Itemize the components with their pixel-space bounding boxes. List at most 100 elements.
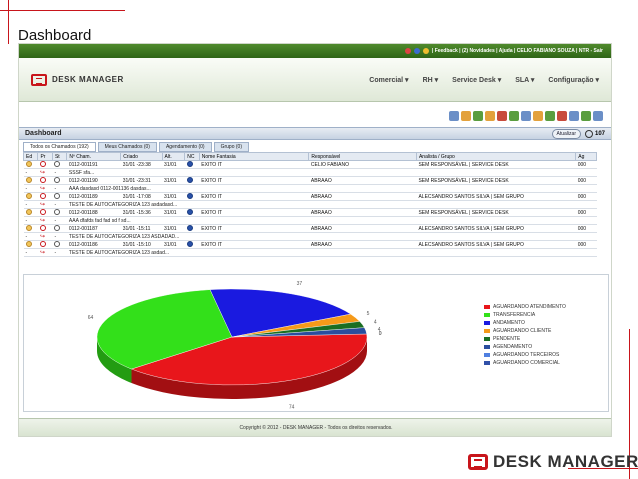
menu-rh[interactable]: RH ▾ (423, 76, 439, 84)
corner-line-top (0, 10, 125, 11)
column-header[interactable]: Ag (575, 152, 597, 161)
table-cell: 31/01 (162, 224, 185, 233)
info-icon[interactable] (186, 193, 193, 200)
tab-agendamento[interactable]: Agendamento (0) (158, 142, 212, 152)
tab-grupo[interactable]: Grupo (0) (213, 142, 249, 152)
flag-icon[interactable] (422, 48, 429, 54)
menu-sla[interactable]: SLA ▾ (515, 76, 534, 84)
list-icon[interactable] (509, 111, 519, 121)
priority-icon (39, 193, 46, 200)
list-icon[interactable] (569, 111, 579, 121)
column-header[interactable]: Ed (22, 152, 39, 161)
table-row[interactable]: 0112-001187 31/01 -15:11 31/01 EXITO IT ABRA… (23, 224, 597, 233)
legend-item[interactable]: AGUARDANDO TERCEIROS (484, 351, 566, 359)
corner-line-left (8, 0, 9, 44)
legend-item[interactable]: TRANSFERENCIA (484, 311, 566, 319)
home-icon[interactable] (449, 111, 459, 121)
info-icon[interactable] (186, 177, 193, 184)
table-cell (52, 208, 67, 217)
grid-icon[interactable] (521, 111, 531, 121)
ticket-description: SSSF sfa... (66, 168, 597, 177)
legend-item[interactable]: AGENDAMENTO (484, 343, 566, 351)
info-icon[interactable] (186, 209, 193, 216)
edit-icon[interactable] (25, 225, 32, 232)
table-cell: 0112-001191 (66, 160, 121, 169)
table-cell: ↪ (37, 184, 53, 193)
table-row-description[interactable]: - ↪ - SSSF sfa... (23, 168, 597, 177)
table-row-description[interactable]: - ↪ - TESTE DE AUTOCATEGORIZA 123 ASDADAD..… (23, 232, 597, 241)
table-cell: ABRAAO (308, 176, 417, 185)
edit-icon[interactable] (25, 161, 32, 168)
ticket-description: TESTE DE AUTOCATEGORIZA 123 asdadasd... (66, 200, 597, 209)
column-header[interactable]: Nº Cham. (66, 152, 122, 161)
column-header[interactable]: NC (184, 152, 200, 161)
table-row[interactable]: 0112-001188 31/01 -15:36 31/01 EXITO IT ABRA… (23, 208, 597, 217)
users-icon[interactable] (557, 111, 567, 121)
grid-icon[interactable] (593, 111, 603, 121)
legend-label: AGENDAMENTO (493, 344, 533, 350)
table-cell: 31/01 (162, 160, 185, 169)
legend-item[interactable]: AGUARDANDO CLIENTE (484, 327, 566, 335)
edit-icon[interactable] (25, 241, 32, 248)
info-icon[interactable] (186, 241, 193, 248)
column-header[interactable]: Pr (37, 152, 53, 161)
chart-icon[interactable] (545, 111, 555, 121)
edit-icon[interactable] (25, 193, 32, 200)
table-row[interactable]: 0112-001189 31/01 -17:08 31/01 EXITO IT ABRA… (23, 192, 597, 201)
table-row[interactable]: 0112-001190 31/01 -23:31 31/01 EXITO IT ABRA… (23, 176, 597, 185)
priority-icon (39, 225, 46, 232)
legend-swatch (484, 321, 490, 325)
legend-item[interactable]: AGUARDANDO COMERCIAL (484, 359, 566, 367)
table-cell (23, 208, 38, 217)
update-button[interactable]: Atualizar (551, 128, 581, 139)
table-row[interactable]: 0112-001191 31/01 -23:38 31/01 EXITO IT CELI… (23, 160, 597, 169)
table-cell (37, 240, 53, 249)
dashboard-bar: Dashboard Atualizar 107 (19, 127, 611, 140)
menu-service-desk[interactable]: Service Desk ▾ (452, 76, 501, 84)
tab-meus[interactable]: Meus Chamados (0) (97, 142, 157, 152)
table-row[interactable]: 0112-001186 31/01 -15:10 31/01 EXITO IT ABRA… (23, 240, 597, 249)
edit-icon[interactable] (25, 209, 32, 216)
legend-item[interactable]: PENDENTE (484, 335, 566, 343)
table-row-description[interactable]: - ↪ - TESTE DE AUTOCATEGORIZA 123 asdadasd.… (23, 200, 597, 209)
table-cell: ↪ (37, 232, 53, 241)
column-header[interactable]: Nome Fantasia (198, 152, 310, 161)
table-row-description[interactable]: - ↪ - AAA dfafds fad fad sd f sd... (23, 216, 597, 225)
table-cell: 0112-001190 (66, 176, 121, 185)
tools-icon[interactable] (581, 111, 591, 121)
column-header[interactable]: Alt. (161, 152, 186, 161)
briefcase-icon[interactable] (533, 111, 543, 121)
user-icon[interactable] (461, 111, 471, 121)
table-cell: - (23, 200, 38, 209)
orange-circle-icon[interactable] (473, 111, 483, 121)
legend-label: AGUARDANDO ATENDIMENTO (493, 304, 566, 310)
table-cell: 000 (575, 240, 597, 249)
logo-icon (31, 73, 47, 86)
info-icon[interactable] (186, 225, 193, 232)
legend-label: AGUARDANDO TERCEIROS (493, 352, 560, 358)
flag-icon[interactable] (413, 48, 420, 54)
flag-icon[interactable] (404, 48, 411, 54)
table-row-description[interactable]: - ↪ - AAA dasdasd 0112-001136 dasdas... (23, 184, 597, 193)
status-chart-panel: 74 64 37 5 4 4 0 0 AGUARDANDO ATENDIMENTO TRANSF… (23, 274, 609, 412)
legend-item[interactable]: ANDAMENTO (484, 319, 566, 327)
column-header[interactable]: St (51, 152, 68, 161)
column-header[interactable]: Criado (120, 152, 163, 161)
reply-arrow-icon: ↪ (39, 170, 45, 176)
menu-comercial[interactable]: Comercial ▾ (369, 76, 408, 84)
gear-icon[interactable] (485, 111, 495, 121)
table-row-description[interactable]: - ↪ - TESTE DE AUTOCATEGORIZA 123 asdad... (23, 248, 597, 257)
list-icon[interactable] (497, 111, 507, 121)
info-icon[interactable] (186, 161, 193, 168)
table-cell (37, 176, 53, 185)
menu-configuracao[interactable]: Configuração ▾ (548, 76, 599, 84)
edit-icon[interactable] (25, 177, 32, 184)
table-cell: ABRAAO (308, 224, 417, 233)
top-links[interactable]: | Feedback | (2) Novidades | Ajuda | CEL… (432, 48, 603, 54)
tab-todos[interactable]: Todos os Chamados (192) (23, 142, 96, 152)
table-cell (37, 208, 53, 217)
legend-item[interactable]: AGUARDANDO ATENDIMENTO (484, 303, 566, 311)
column-header[interactable]: Analista / Grupo (415, 152, 577, 161)
column-header[interactable]: Responsável (308, 152, 417, 161)
table-cell (52, 176, 67, 185)
